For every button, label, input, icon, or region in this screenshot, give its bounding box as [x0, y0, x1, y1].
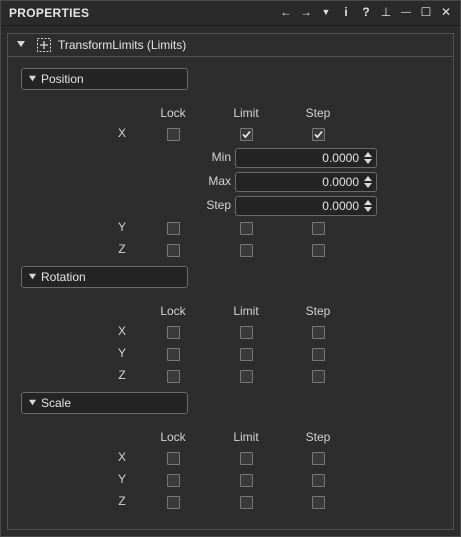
collapse-triangle-icon[interactable] [28, 398, 37, 407]
collapse-triangle-icon[interactable] [28, 74, 37, 83]
column-header-step: Step [305, 304, 331, 318]
scale-z-limit-checkbox[interactable] [240, 496, 253, 509]
rotation-y-lock-checkbox[interactable] [167, 348, 180, 361]
row-label-y: Y [117, 220, 126, 234]
field-value: 0.0000 [322, 175, 359, 189]
row-label-z: Z [118, 494, 126, 508]
row-label-x: X [117, 324, 126, 338]
arrow-left-icon[interactable]: ← [278, 4, 294, 20]
column-header-limit: Limit [233, 106, 259, 120]
scale-y-limit-checkbox[interactable] [240, 474, 253, 487]
step-number-field[interactable]: 0.0000 [235, 196, 377, 216]
spinner-arrows-icon[interactable] [363, 151, 373, 165]
title-bar: PROPERTIES ← → ▼ i ? ⊥ — ☐ ✕ [1, 1, 460, 26]
column-header-limit: Limit [233, 430, 259, 444]
field-label-min: Min [211, 150, 231, 164]
row-label-x: X [117, 126, 126, 140]
section-position[interactable]: Position [21, 68, 188, 90]
position-x-limit-checkbox[interactable] [240, 128, 253, 141]
scale-z-lock-checkbox[interactable] [167, 496, 180, 509]
column-header-step: Step [305, 106, 331, 120]
row-label-x: X [117, 450, 126, 464]
position-y-step-checkbox[interactable] [312, 222, 325, 235]
scale-x-step-checkbox[interactable] [312, 452, 325, 465]
field-value: 0.0000 [322, 199, 359, 213]
section-title: Rotation [41, 270, 86, 284]
max-number-field[interactable]: 0.0000 [235, 172, 377, 192]
position-y-lock-checkbox[interactable] [167, 222, 180, 235]
column-header-lock: Lock [160, 106, 186, 120]
position-x-step-checkbox[interactable] [312, 128, 325, 141]
collapse-triangle-icon[interactable] [28, 272, 37, 281]
properties-panel: TransformLimits (Limits) Position Lock Lim… [7, 33, 454, 530]
rotation-y-limit-checkbox[interactable] [240, 348, 253, 361]
rotation-z-step-checkbox[interactable] [312, 370, 325, 383]
title-bar-toolbar: ← → ▼ i ? ⊥ — ☐ ✕ [278, 4, 454, 20]
column-header-lock: Lock [160, 430, 186, 444]
component-label: TransformLimits (Limits) [58, 38, 187, 52]
column-header-lock: Lock [160, 304, 186, 318]
position-z-lock-checkbox[interactable] [167, 244, 180, 257]
close-icon[interactable]: ✕ [438, 4, 454, 20]
spinner-arrows-icon[interactable] [363, 175, 373, 189]
properties-window: PROPERTIES ← → ▼ i ? ⊥ — ☐ ✕ TransformLi… [0, 0, 461, 537]
section-scale[interactable]: Scale [21, 392, 188, 414]
position-z-step-checkbox[interactable] [312, 244, 325, 257]
rotation-y-step-checkbox[interactable] [312, 348, 325, 361]
scale-y-step-checkbox[interactable] [312, 474, 325, 487]
section-rotation[interactable]: Rotation [21, 266, 188, 288]
column-header-limit: Limit [233, 304, 259, 318]
scale-y-lock-checkbox[interactable] [167, 474, 180, 487]
minimize-icon[interactable]: — [398, 4, 414, 20]
field-label-max: Max [208, 174, 231, 188]
maximize-icon[interactable]: ☐ [418, 4, 434, 20]
spinner-arrows-icon[interactable] [363, 199, 373, 213]
row-label-y: Y [117, 346, 126, 360]
scale-z-step-checkbox[interactable] [312, 496, 325, 509]
position-x-lock-checkbox[interactable] [167, 128, 180, 141]
scale-x-limit-checkbox[interactable] [240, 452, 253, 465]
field-value: 0.0000 [322, 151, 359, 165]
component-header[interactable]: TransformLimits (Limits) [8, 34, 453, 57]
info-icon[interactable]: i [338, 4, 354, 20]
transform-limits-icon [37, 38, 51, 52]
rotation-z-lock-checkbox[interactable] [167, 370, 180, 383]
position-z-limit-checkbox[interactable] [240, 244, 253, 257]
rotation-x-lock-checkbox[interactable] [167, 326, 180, 339]
dropdown-icon[interactable]: ▼ [318, 4, 334, 20]
section-title: Position [41, 72, 84, 86]
scale-x-lock-checkbox[interactable] [167, 452, 180, 465]
window-title: PROPERTIES [9, 6, 90, 20]
collapse-triangle-icon[interactable] [16, 39, 26, 49]
rotation-x-limit-checkbox[interactable] [240, 326, 253, 339]
field-label-step: Step [206, 198, 231, 212]
row-label-y: Y [117, 472, 126, 486]
column-header-step: Step [305, 430, 331, 444]
rotation-z-limit-checkbox[interactable] [240, 370, 253, 383]
position-y-limit-checkbox[interactable] [240, 222, 253, 235]
pin-icon[interactable]: ⊥ [378, 4, 394, 20]
row-label-z: Z [118, 242, 126, 256]
section-title: Scale [41, 396, 72, 410]
arrow-right-icon[interactable]: → [298, 4, 314, 20]
rotation-x-step-checkbox[interactable] [312, 326, 325, 339]
row-label-z: Z [118, 368, 126, 382]
min-number-field[interactable]: 0.0000 [235, 148, 377, 168]
help-icon[interactable]: ? [358, 4, 374, 20]
